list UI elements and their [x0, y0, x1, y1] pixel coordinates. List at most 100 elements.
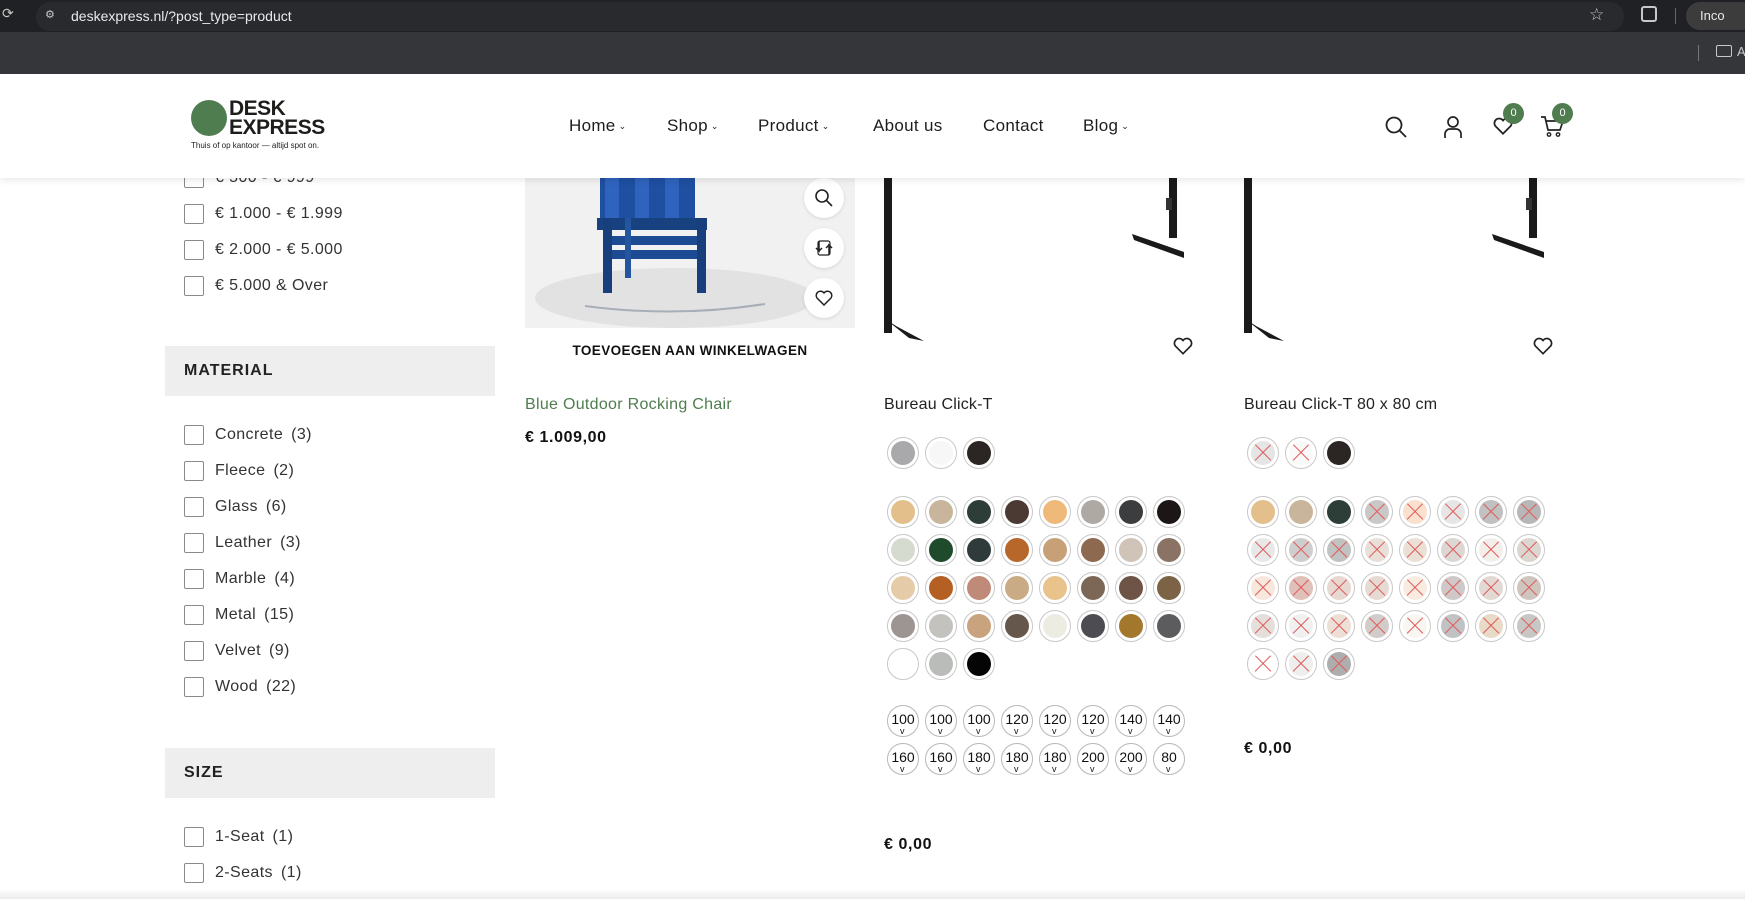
top-color-swatch[interactable] — [1115, 572, 1147, 604]
wishlist-button[interactable] — [1172, 335, 1194, 362]
top-color-swatch[interactable] — [887, 648, 919, 680]
top-color-swatch[interactable] — [1077, 496, 1109, 528]
top-color-swatch[interactable] — [1361, 534, 1393, 566]
top-color-swatch[interactable] — [925, 572, 957, 604]
top-color-swatch[interactable] — [1077, 610, 1109, 642]
site-info-icon[interactable]: ⚙ — [45, 8, 61, 22]
material-filter-concrete[interactable]: Concrete (3) — [184, 424, 312, 446]
nav-product[interactable]: Product ⌄ — [758, 116, 830, 136]
top-color-swatch[interactable] — [1285, 572, 1317, 604]
checkbox[interactable] — [184, 677, 204, 697]
top-color-swatch[interactable] — [1285, 496, 1317, 528]
size-option[interactable]: 140 v — [1115, 705, 1147, 737]
size-option[interactable]: 200 v — [1077, 743, 1109, 775]
top-color-swatch[interactable] — [925, 648, 957, 680]
material-filter-header[interactable]: MATERIAL — [165, 346, 495, 396]
material-filter-fleece[interactable]: Fleece (2) — [184, 460, 294, 482]
size-filter-2-seats[interactable]: 2-Seats (1) — [184, 862, 302, 884]
nav-home[interactable]: Home ⌄ — [569, 116, 626, 136]
size-option[interactable]: 160 v — [925, 743, 957, 775]
size-filter-1-seat[interactable]: 1-Seat (1) — [184, 826, 293, 848]
checkbox[interactable] — [184, 533, 204, 553]
top-color-swatch[interactable] — [1153, 610, 1185, 642]
top-color-swatch[interactable] — [887, 496, 919, 528]
top-color-swatch[interactable] — [1513, 572, 1545, 604]
top-color-swatch[interactable] — [925, 534, 957, 566]
top-color-swatch[interactable] — [1001, 534, 1033, 566]
top-color-swatch[interactable] — [1361, 610, 1393, 642]
top-color-swatch[interactable] — [1039, 572, 1071, 604]
top-color-swatch[interactable] — [1115, 534, 1147, 566]
header-search-button[interactable] — [1384, 115, 1408, 144]
checkbox[interactable] — [184, 605, 204, 625]
top-color-swatch[interactable] — [963, 610, 995, 642]
top-color-swatch[interactable] — [1153, 572, 1185, 604]
top-color-swatch[interactable] — [1475, 610, 1507, 642]
product-title[interactable]: Bureau Click-T 80 x 80 cm — [1244, 396, 1437, 414]
size-option[interactable]: 80 v — [1153, 743, 1185, 775]
top-color-swatch[interactable] — [1115, 610, 1147, 642]
nav-shop[interactable]: Shop ⌄ — [667, 116, 719, 136]
price-filter-1000-1999[interactable]: € 1.000 - € 1.999 — [184, 203, 343, 225]
top-color-swatch[interactable] — [1361, 496, 1393, 528]
top-color-swatch[interactable] — [1475, 534, 1507, 566]
top-color-swatch[interactable] — [1513, 610, 1545, 642]
size-option[interactable]: 120 v — [1001, 705, 1033, 737]
top-color-swatch[interactable] — [925, 610, 957, 642]
top-color-swatch[interactable] — [1323, 648, 1355, 680]
top-color-swatch[interactable] — [1399, 610, 1431, 642]
url-text[interactable]: deskexpress.nl/?post_type=product — [71, 8, 292, 24]
product-image-rocking-chair[interactable] — [525, 178, 855, 328]
top-color-swatch[interactable] — [1399, 534, 1431, 566]
size-option[interactable]: 100 v — [963, 705, 995, 737]
top-color-swatch[interactable] — [1285, 610, 1317, 642]
top-color-swatch[interactable] — [1247, 610, 1279, 642]
reload-icon[interactable]: ⟳ — [2, 6, 14, 22]
size-option[interactable]: 180 v — [1039, 743, 1071, 775]
compare-button[interactable] — [804, 228, 844, 268]
size-filter-header[interactable]: SIZE — [165, 748, 495, 798]
top-color-swatch[interactable] — [1247, 648, 1279, 680]
material-filter-marble[interactable]: Marble (4) — [184, 568, 295, 590]
top-color-swatch[interactable] — [1323, 496, 1355, 528]
top-color-swatch[interactable] — [1437, 610, 1469, 642]
logo-text[interactable]: DESK EXPRESS — [229, 98, 325, 138]
extensions-icon[interactable] — [1641, 6, 1657, 22]
checkbox[interactable] — [184, 569, 204, 589]
nav-contact[interactable]: Contact — [983, 116, 1044, 136]
price-filter-2000-5000[interactable]: € 2.000 - € 5.000 — [184, 239, 343, 261]
top-color-swatch[interactable] — [887, 572, 919, 604]
top-color-swatch[interactable] — [1001, 572, 1033, 604]
checkbox[interactable] — [184, 276, 204, 296]
material-filter-leather[interactable]: Leather (3) — [184, 532, 301, 554]
product-title[interactable]: Blue Outdoor Rocking Chair — [525, 396, 732, 414]
top-color-swatch[interactable] — [1077, 534, 1109, 566]
top-color-swatch[interactable] — [1323, 610, 1355, 642]
bookmark-folder-label[interactable]: A — [1737, 44, 1745, 59]
bookmark-star-icon[interactable]: ☆ — [1589, 5, 1604, 25]
top-color-swatch[interactable] — [1475, 496, 1507, 528]
top-color-swatch[interactable] — [1361, 572, 1393, 604]
top-color-swatch[interactable] — [1247, 572, 1279, 604]
top-color-swatch[interactable] — [1437, 496, 1469, 528]
top-color-swatch[interactable] — [1247, 534, 1279, 566]
checkbox[interactable] — [184, 240, 204, 260]
top-color-swatch[interactable] — [963, 572, 995, 604]
material-filter-wood[interactable]: Wood (22) — [184, 676, 296, 698]
frame-color-swatch[interactable] — [887, 437, 919, 469]
logo-mark[interactable] — [191, 100, 227, 136]
top-color-swatch[interactable] — [1153, 496, 1185, 528]
top-color-swatch[interactable] — [1039, 610, 1071, 642]
product-image-bureau-click-t-80[interactable] — [1244, 178, 1574, 348]
frame-color-swatch[interactable] — [1285, 437, 1317, 469]
top-color-swatch[interactable] — [1513, 534, 1545, 566]
top-color-swatch[interactable] — [1115, 496, 1147, 528]
top-color-swatch[interactable] — [963, 534, 995, 566]
frame-color-swatch[interactable] — [1247, 437, 1279, 469]
size-option[interactable]: 140 v — [1153, 705, 1185, 737]
top-color-swatch[interactable] — [1399, 496, 1431, 528]
size-option[interactable]: 200 v — [1115, 743, 1147, 775]
top-color-swatch[interactable] — [887, 534, 919, 566]
top-color-swatch[interactable] — [963, 496, 995, 528]
folder-icon[interactable] — [1716, 45, 1732, 57]
